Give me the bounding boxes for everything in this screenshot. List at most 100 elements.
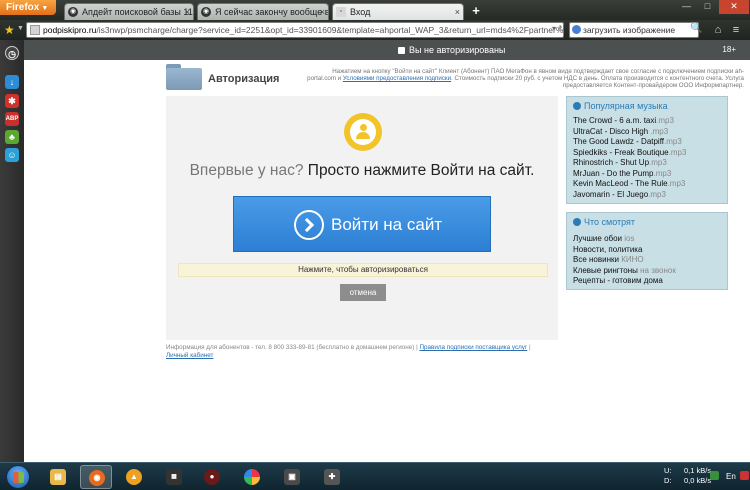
download-icon[interactable]: ↓ <box>5 75 19 89</box>
tab-close-icon[interactable]: × <box>185 4 190 20</box>
taskbar-editor[interactable]: ▦ <box>158 465 190 489</box>
user-icon <box>344 113 382 151</box>
music-item[interactable]: MrJuan - Do the Pump.mp3 <box>573 169 686 180</box>
start-button[interactable] <box>6 465 30 489</box>
firefox-menu-button[interactable]: Firefox ▼ <box>0 0 56 15</box>
adblock-icon[interactable]: ABP <box>5 112 19 126</box>
tab-finish[interactable]: ◉ Я сейчас закончу вообще вс... × <box>197 3 329 20</box>
minimize-button[interactable]: — <box>676 0 697 14</box>
taskbar-app[interactable]: ● <box>196 465 228 489</box>
address-bar[interactable]: podpiskipro.ru/is3nwp/psmcharge/charge?s… <box>26 22 564 38</box>
media-player-icon: ▲ <box>126 469 142 485</box>
tab-label: Апдейт поисковой базы 11.0... <box>82 7 193 17</box>
login-button[interactable]: Войти на сайт <box>233 196 491 252</box>
search-engine-icon[interactable] <box>572 25 581 34</box>
trending-list: Лучшие обои ios Новости, политика Все но… <box>573 234 676 287</box>
gamepad-icon: ✚ <box>324 469 340 485</box>
firefox-icon: ◉ <box>89 470 105 486</box>
camera-icon: ▣ <box>284 469 300 485</box>
firefox-menu-label: Firefox <box>6 2 40 13</box>
headline-answer: Просто нажмите Войти на сайт. <box>307 162 535 179</box>
subscription-terms-link[interactable]: Условиями предоставления подписки <box>343 75 451 82</box>
chevron-down-icon[interactable]: ▼ <box>17 25 24 32</box>
music-item[interactable]: Kevin MacLeod - The Rule.mp3 <box>573 179 686 190</box>
navigation-toolbar: ★ ▼ podpiskipro.ru/is3nwp/psmcharge/char… <box>0 20 750 40</box>
search-input[interactable]: загрузить изображение <box>569 22 699 38</box>
search-value: загрузить изображение <box>583 25 676 35</box>
tray-alert-icon[interactable] <box>740 471 749 480</box>
browser-titlebar: Firefox▼ ◉ Апдейт поисковой базы 11.0...… <box>0 0 750 20</box>
music-item[interactable]: The Crowd - 6 a.m. taxi.mp3 <box>573 116 686 127</box>
trending-box: Что смотрят Лучшие обои ios Новости, пол… <box>566 212 728 290</box>
leaf-icon[interactable]: ♣ <box>5 130 19 144</box>
subscription-disclaimer: Нажатием на кнопку "Войти на сайт" Клиен… <box>306 68 744 89</box>
headline-question: Впервые у нас? <box>189 162 304 179</box>
page-title: Авторизация <box>208 73 280 85</box>
tab-login[interactable]: ▫ Вход × <box>332 3 464 20</box>
music-item[interactable]: The Good Lawdz - Datpiff.mp3 <box>573 137 686 148</box>
trending-title[interactable]: Что смотрят <box>573 217 635 227</box>
url-host: podpiskipro.ru <box>43 25 97 35</box>
bullet-icon <box>573 102 581 110</box>
bookmark-star-icon[interactable]: ★ <box>4 23 15 37</box>
folder-icon: ▤ <box>50 469 66 485</box>
popular-music-list: The Crowd - 6 a.m. taxi.mp3 UltraCat - D… <box>573 116 686 200</box>
tray-network-icon[interactable] <box>710 471 719 480</box>
tab-close-icon[interactable]: × <box>320 4 325 20</box>
history-icon[interactable]: ◷ <box>5 46 19 60</box>
trending-item[interactable]: Все новинки КИНО <box>573 255 676 266</box>
taskbar-explorer[interactable]: ▤ <box>42 465 74 489</box>
tab-label: Я сейчас закончу вообще вс... <box>215 7 329 17</box>
reload-icon[interactable]: ▾ ↻ <box>552 24 565 33</box>
tab-close-icon[interactable]: × <box>455 4 460 20</box>
windows-logo-icon <box>13 472 24 483</box>
menu-icon[interactable]: ≡ <box>728 22 744 38</box>
upload-speed: 0,1 kB/s <box>684 466 712 475</box>
upload-label: U: <box>664 466 672 475</box>
chevron-down-icon: ▼ <box>41 5 49 12</box>
taskbar-firefox[interactable]: ◉ <box>80 465 112 489</box>
maximize-button[interactable]: □ <box>697 0 718 14</box>
subscription-rules-link[interactable]: Правила подписки поставщика услуг <box>419 344 527 351</box>
new-tab-button[interactable]: + <box>468 3 484 19</box>
taskbar-app2[interactable]: ▣ <box>276 465 308 489</box>
auth-status: Вы не авторизированы <box>398 40 505 60</box>
trending-item[interactable]: Новости, политика <box>573 245 676 256</box>
music-item[interactable]: Spiedkiks - Freak Boutique.mp3 <box>573 148 686 159</box>
url-path: /is3nwp/psmcharge/charge?service_id=2251… <box>96 25 564 35</box>
lock-icon <box>398 47 405 54</box>
gift-icon[interactable]: ✱ <box>5 94 19 108</box>
record-icon: ● <box>204 469 220 485</box>
trending-item[interactable]: Рецепты - готовим дома <box>573 276 676 287</box>
popular-music-title[interactable]: Популярная музыка <box>573 101 668 111</box>
page-footer: Информация для абонентов - тел. 8 800 33… <box>166 344 566 360</box>
taskbar-player[interactable]: ▲ <box>118 465 150 489</box>
page-header: Авторизация Нажатием на кнопку "Войти на… <box>166 62 744 92</box>
taskbar-gamepad[interactable]: ✚ <box>316 465 348 489</box>
music-item[interactable]: Rhinostrich - Shut Up.mp3 <box>573 158 686 169</box>
search-icon[interactable]: 🔍 <box>690 23 702 34</box>
picasa-icon <box>244 469 260 485</box>
personal-cabinet-link[interactable]: Личный кабинет <box>166 352 213 359</box>
site-identity-icon[interactable] <box>30 25 40 35</box>
login-panel: Впервые у нас? Просто нажмите Войти на с… <box>166 96 558 340</box>
trending-item[interactable]: Клевые рингтоны на звонок <box>573 266 676 277</box>
trending-item[interactable]: Лучшие обои ios <box>573 234 676 245</box>
tab-favicon-icon: ◉ <box>201 7 211 17</box>
age-rating-badge: 18+ <box>722 45 736 54</box>
popular-music-box: Популярная музыка The Crowd - 6 a.m. tax… <box>566 96 728 204</box>
taskbar-picasa[interactable] <box>236 465 268 489</box>
home-icon[interactable]: ⌂ <box>710 22 726 38</box>
cancel-button[interactable]: отмена <box>340 284 386 301</box>
music-item[interactable]: Javomarin - El Juego.mp3 <box>573 190 686 201</box>
windows-taskbar: ▤ ◉ ▲ ▦ ● ▣ ✚ U: 0,1 kB/s D: 0,0 kB/s En <box>0 462 750 490</box>
close-window-button[interactable]: ✕ <box>719 0 749 14</box>
footer-info: Информация для абонентов - тел. 8 800 33… <box>166 344 420 351</box>
login-hint: Нажмите, чтобы авторизироваться <box>178 263 548 277</box>
language-indicator[interactable]: En <box>726 472 736 481</box>
ghost-icon[interactable]: ☺ <box>5 148 19 162</box>
tab-favicon-icon: ◉ <box>68 7 78 17</box>
music-item[interactable]: UltraCat - Disco High .mp3 <box>573 127 686 138</box>
tab-update[interactable]: ◉ Апдейт поисковой базы 11.0... × <box>64 3 194 20</box>
disclaimer-text-end: . Стоимость подписки 20 руб. с учетом НД… <box>451 75 744 89</box>
